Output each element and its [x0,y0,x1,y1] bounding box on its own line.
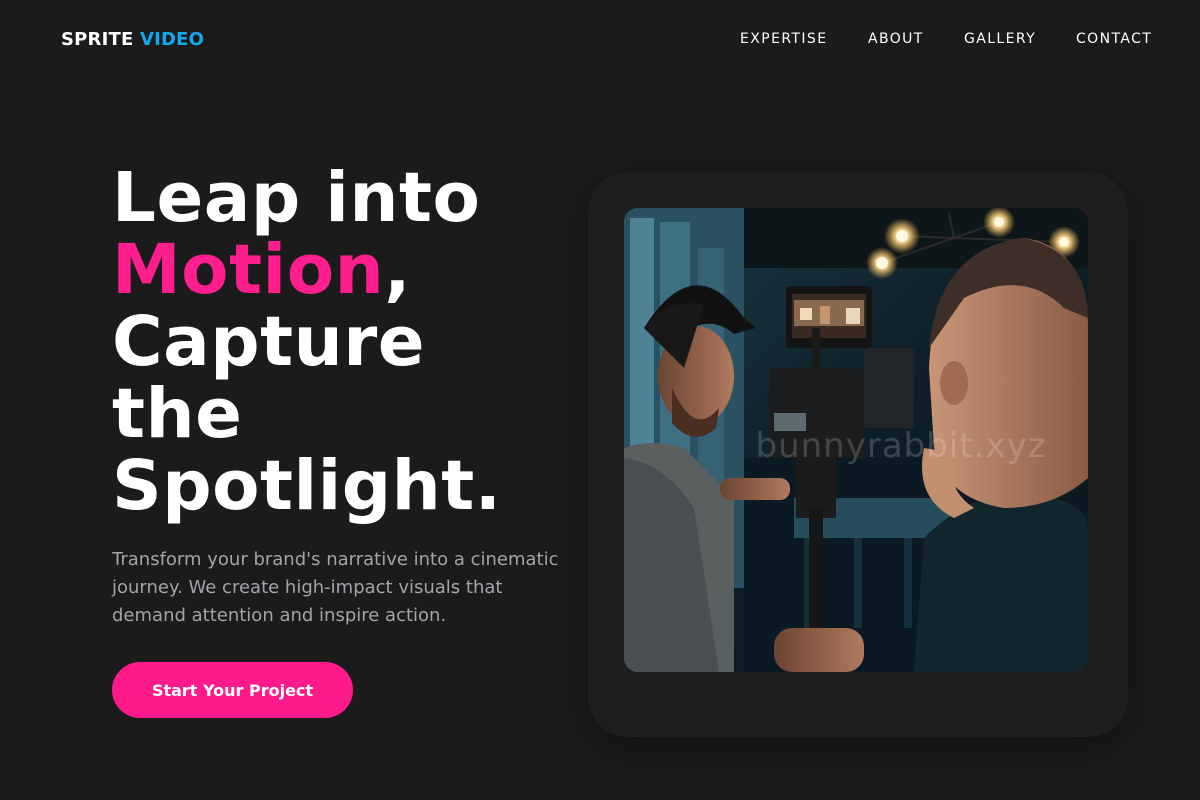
nav-expertise[interactable]: EXPERTISE [740,30,827,48]
nav-about[interactable]: ABOUT [868,30,924,48]
hero-title-line-2: Motion, [112,234,572,306]
hero-title-line-1: Leap into [112,158,481,238]
start-project-button[interactable]: Start Your Project [112,662,353,718]
nav-contact[interactable]: CONTACT [1076,30,1152,48]
nav-gallery[interactable]: GALLERY [964,30,1036,48]
hero-title: Leap into Motion, Capture the Spotlight. [112,162,572,522]
hero-title-line-4: the [112,374,243,454]
hero-subtitle: Transform your brand's narrative into a … [112,549,559,626]
hero-image: bunnyrabbit.xyz [624,208,1088,672]
site-header: SPRITE VIDEO EXPERTISE ABOUT GALLERY CON… [0,0,1200,80]
hero-title-line-3: Capture [112,302,426,382]
main-nav: EXPERTISE ABOUT GALLERY CONTACT [0,30,1200,50]
hero-title-comma: , [384,230,411,310]
hero-title-line-5: Spotlight. [112,446,502,526]
image-watermark: bunnyrabbit.xyz [755,426,1047,466]
hero-title-highlight: Motion [112,230,385,310]
